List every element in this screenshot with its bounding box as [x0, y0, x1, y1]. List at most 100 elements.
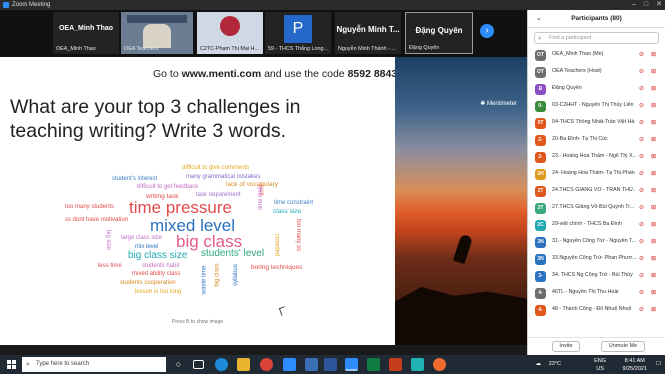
video-off-icon[interactable]: ⊠ [651, 170, 656, 177]
video-off-icon[interactable]: ⊠ [651, 102, 656, 109]
task-view-icon[interactable] [193, 360, 204, 369]
close-button[interactable]: ✕ [656, 0, 662, 10]
unmute-me-button[interactable]: Unmute Me [601, 341, 645, 352]
edge-icon[interactable] [215, 358, 228, 371]
goto-middle: and use the code [261, 68, 348, 80]
chevron-down-icon[interactable]: ⌄ [536, 10, 541, 28]
participant-avatar: 2H [535, 169, 546, 180]
participant-row[interactable]: 0- 03-C2HHT - Nguyễn Thị Thúy Liên ⊘ ⊠ [528, 98, 665, 115]
mic-muted-icon[interactable]: ⊘ [639, 289, 644, 296]
video-tile[interactable]: Nguyễn Minh T... Nguyễn Minh Thành - ... [335, 12, 401, 54]
store-icon[interactable] [305, 358, 318, 371]
zoom-meeting-icon[interactable] [345, 358, 358, 371]
powerpoint-icon[interactable] [389, 358, 402, 371]
mic-muted-icon[interactable]: ⊘ [639, 221, 644, 228]
video-off-icon[interactable]: ⊠ [651, 255, 656, 262]
participant-row[interactable]: 2T 24.THCS GIẢNG VÕ - TRẦN THU... ⊘ ⊠ [528, 183, 665, 200]
mic-muted-icon[interactable]: ⊘ [639, 272, 644, 279]
participant-row[interactable]: 2- 20-Ba Đình- Tạ Thị Cúc ⊘ ⊠ [528, 132, 665, 149]
participant-row[interactable]: 4- 48 - Thành Công - Đỗ Nhuệ Nhuệ ⊘ ⊠ [528, 302, 665, 319]
participant-row[interactable]: 4- 46TL - Nguyễn Thị Thu Hoài ⊘ ⊠ [528, 285, 665, 302]
participant-avatar: 2C [535, 220, 546, 231]
chrome-icon[interactable] [260, 358, 273, 371]
video-off-icon[interactable]: ⊠ [651, 187, 656, 194]
mic-muted-icon[interactable]: ⊘ [639, 119, 644, 126]
mic-muted-icon[interactable]: ⊘ [639, 255, 644, 262]
maximize-button[interactable]: □ [644, 0, 648, 10]
clock-date: 9/25/2021 [622, 366, 647, 372]
participant-row[interactable]: 2T 27.THCS Giảng Võ-Bùi Quỳnh Tr... ⊘ ⊠ [528, 200, 665, 217]
mic-muted-icon[interactable]: ⊘ [639, 306, 644, 313]
mic-muted-icon[interactable]: ⊘ [639, 153, 644, 160]
app-icon[interactable] [433, 358, 446, 371]
avatar [220, 16, 240, 36]
video-off-icon[interactable]: ⊠ [651, 289, 656, 296]
participant-row[interactable]: 0T 04-THCS Thống Nhất-Trần Việt Hà ⊘ ⊠ [528, 115, 665, 132]
video-off-icon[interactable]: ⊠ [651, 238, 656, 245]
question-line: What are your top 3 challenges in [10, 96, 301, 118]
word-cloud-word: many grammatical mistakes [186, 174, 261, 180]
video-off-icon[interactable]: ⊠ [651, 51, 656, 58]
video-off-icon[interactable]: ⊠ [651, 85, 656, 92]
word-icon[interactable] [324, 358, 337, 371]
invite-button[interactable]: Invite [552, 341, 580, 352]
word-cloud-word: time pressure [129, 198, 232, 217]
participant-row[interactable]: OT OEA_Minh Thao (Me) ⊘ ⊠ [528, 47, 665, 64]
shared-screen-slide: Go to www.menti.com and use the code 859… [0, 57, 395, 345]
notification-icon[interactable]: ☐ [656, 361, 661, 367]
file-explorer-icon[interactable] [237, 358, 250, 371]
windows-start-icon[interactable] [7, 360, 16, 369]
teams-icon[interactable] [411, 358, 424, 371]
video-tile[interactable]: OEA_Minh Thao OEA_Minh Thao [53, 12, 119, 54]
excel-icon[interactable] [367, 358, 380, 371]
weather-icon[interactable]: ☁ [536, 361, 542, 367]
mic-muted-icon[interactable]: ⊘ [639, 170, 644, 177]
mic-muted-icon[interactable]: ⊘ [639, 51, 644, 58]
video-tile[interactable]: C2TC-Phạm Thị Mai H... [197, 12, 263, 54]
taskbar-search-input[interactable]: ⌕ Type here to search [22, 357, 166, 372]
participant-row[interactable]: 3N 33.Nguyễn Công Trứ- Phan Phươ... ⊘ ⊠ [528, 251, 665, 268]
menti-url: www.menti.com [181, 68, 262, 80]
tile-name: 59 - THCS Thắng Long... [268, 46, 329, 52]
chevron-right-icon[interactable]: › [480, 24, 494, 38]
participant-row[interactable]: 2- 23.- Hoàng Hoa Thám - Ngô Thị X... ⊘ ⊠ [528, 149, 665, 166]
video-off-icon[interactable]: ⊠ [651, 68, 656, 75]
mic-muted-icon[interactable]: ⊘ [639, 136, 644, 143]
video-off-icon[interactable]: ⊠ [651, 136, 656, 143]
mic-muted-icon[interactable]: ⊘ [639, 204, 644, 211]
participant-row[interactable]: 2H 24- Hoàng Hoa Thám- Tạ Thị Phán ⊘ ⊠ [528, 166, 665, 183]
video-off-icon[interactable]: ⊠ [651, 204, 656, 211]
zoom-icon[interactable] [283, 358, 296, 371]
zoom-window: Zoom Meeting – □ ✕ OEA_Minh Thao OEA_Min… [0, 0, 665, 374]
mic-muted-icon[interactable]: ⊘ [639, 238, 644, 245]
participant-avatar: OT [535, 67, 546, 78]
minimize-button[interactable]: – [632, 0, 636, 10]
banner-image [127, 15, 187, 23]
word-cloud-word: boring techniques [251, 264, 303, 271]
participant-search-input[interactable]: ⌕ Find a participant [534, 32, 659, 44]
participants-footer: Invite Unmute Me [528, 337, 665, 355]
mic-muted-icon[interactable]: ⊘ [639, 187, 644, 194]
video-off-icon[interactable]: ⊠ [651, 272, 656, 279]
video-off-icon[interactable]: ⊠ [651, 221, 656, 228]
participant-row[interactable]: 2C 29-việt chính - THCS Ba Đình ⊘ ⊠ [528, 217, 665, 234]
video-tile[interactable]: OEA Teachers [121, 12, 193, 54]
participant-row[interactable]: OT OEA Teachers (Host) ⊘ ⊠ [528, 64, 665, 81]
video-off-icon[interactable]: ⊠ [651, 306, 656, 313]
clock[interactable]: 8:41 AM 9/25/2021 [623, 357, 647, 373]
video-off-icon[interactable]: ⊠ [651, 119, 656, 126]
video-off-icon[interactable]: ⊠ [651, 153, 656, 160]
mic-muted-icon[interactable]: ⊘ [639, 68, 644, 75]
mic-muted-icon[interactable]: ⊘ [639, 85, 644, 92]
word-cloud-word: lesson is too long [135, 289, 182, 295]
participant-row[interactable]: 3- 34. THCS Ng Công Trứ - Bùi Thủy ⊘ ⊠ [528, 268, 665, 285]
mic-muted-icon[interactable]: ⊘ [639, 102, 644, 109]
video-tile[interactable]: Đặng Quyên Đặng Quyên [405, 12, 473, 54]
language-indicator[interactable]: ENG US [594, 357, 606, 373]
participant-row[interactable]: 3N 31.- Nguyễn Công Trứ - Nguyễn T... ⊘ ⊠ [528, 234, 665, 251]
video-tile[interactable]: P 59 - THCS Thắng Long... [265, 12, 331, 54]
participants-title: Participants (80) [571, 15, 622, 22]
participant-row[interactable]: Đ Đặng Quyên ⊘ ⊠ [528, 81, 665, 98]
word-cloud-word: big size [105, 229, 112, 251]
cortana-icon[interactable]: ○ [172, 358, 185, 371]
